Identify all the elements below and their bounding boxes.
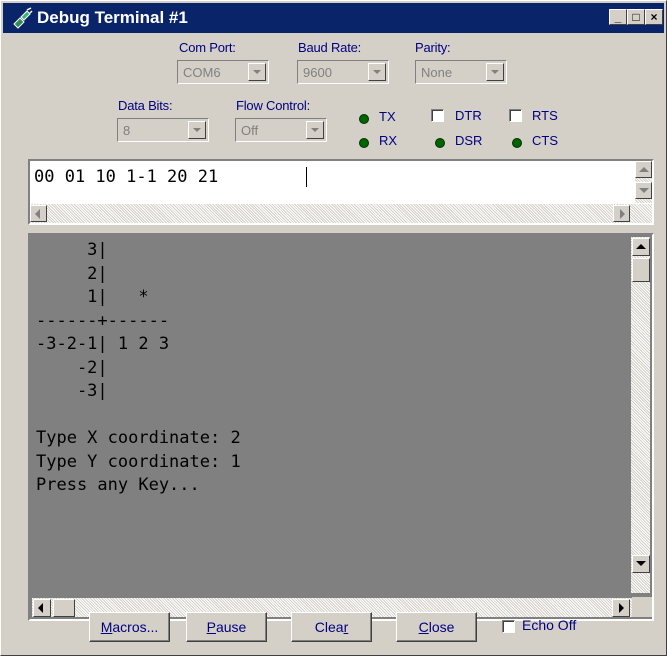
flow-control-value: Off: [241, 123, 259, 138]
rts-label: RTS: [532, 108, 558, 123]
parity-value: None: [421, 65, 453, 80]
terminal-line: Type Y coordinate: 1: [36, 451, 241, 472]
terminal-line: 1| *: [36, 287, 149, 307]
chevron-down-icon[interactable]: [368, 63, 386, 81]
input-horizontal-scrollbar[interactable]: [30, 204, 652, 223]
window-title: Debug Terminal #1: [37, 8, 188, 27]
dsr-label: DSR: [455, 133, 483, 148]
macros-button[interactable]: Macros...: [89, 612, 170, 642]
close-button[interactable]: Close: [396, 612, 477, 642]
terminal-line: ------+------: [36, 310, 170, 331]
chevron-down-icon[interactable]: [188, 121, 206, 139]
chevron-down-icon[interactable]: [486, 63, 504, 81]
title-bar[interactable]: Debug Terminal #1 _ □ ×: [3, 3, 664, 33]
scroll-down-icon[interactable]: [632, 555, 650, 573]
close-icon: ×: [650, 10, 658, 24]
clear-button[interactable]: Clear: [291, 612, 372, 642]
clear-label: Clea: [314, 619, 344, 635]
baud-rate-select[interactable]: 9600: [297, 60, 389, 84]
dtr-checkbox[interactable]: [431, 109, 444, 122]
baud-rate-value: 9600: [303, 65, 332, 80]
terminal-vertical-scrollbar[interactable]: [631, 237, 650, 593]
chevron-down-icon[interactable]: [306, 121, 324, 139]
terminal-line: Type X coordinate: 2: [36, 428, 241, 448]
com-port-label: Com Port:: [179, 40, 236, 55]
scroll-left-icon[interactable]: [33, 599, 51, 617]
flow-control-label: Flow Control:: [236, 98, 310, 113]
close-window-button[interactable]: ×: [645, 9, 663, 25]
flow-control-select[interactable]: Off: [235, 118, 327, 142]
scroll-down-icon[interactable]: [635, 182, 652, 199]
text-cursor: [306, 167, 307, 187]
pause-mnemonic: P: [206, 619, 216, 635]
scroll-right-icon[interactable]: [613, 205, 630, 222]
transmit-input[interactable]: 00 01 10 1-1 20 21: [28, 159, 654, 225]
scroll-up-icon[interactable]: [635, 161, 652, 178]
clear-mnemonic: r: [343, 619, 349, 635]
data-bits-select[interactable]: 8: [117, 118, 209, 142]
scrollbar-corner: [632, 597, 652, 617]
scroll-right-icon[interactable]: [612, 599, 630, 617]
scroll-left-icon[interactable]: [30, 205, 47, 222]
terminal-line: -3-2-1| 1 2 3: [36, 334, 170, 354]
com-port-value: COM6: [183, 65, 221, 80]
rts-checkbox[interactable]: [509, 109, 522, 122]
data-bits-value: 8: [123, 123, 131, 138]
app-icon: [13, 7, 33, 29]
minimize-button[interactable]: _: [609, 9, 627, 25]
debug-terminal-window: Debug Terminal #1 _ □ × Com Port: COM6 B…: [0, 0, 667, 656]
maximize-icon: □: [632, 10, 640, 24]
transmit-input-text: 00 01 10 1-1 20 21: [34, 167, 219, 187]
parity-select[interactable]: None: [415, 60, 507, 84]
echo-off-checkbox[interactable]: [502, 620, 515, 633]
terminal-output: 3| 2| 1| * ------+------ -3-2-1| 1 2 3 -2|…: [36, 239, 241, 498]
rx-led: [359, 138, 369, 148]
com-port-select[interactable]: COM6: [177, 60, 269, 84]
scroll-thumb[interactable]: [632, 258, 650, 282]
macros-label: acros...: [112, 619, 159, 635]
rx-label: RX: [379, 133, 398, 148]
chevron-down-icon[interactable]: [248, 63, 266, 81]
scroll-thumb[interactable]: [53, 599, 75, 617]
baud-rate-label: Baud Rate:: [298, 40, 362, 55]
parity-label: Parity:: [415, 40, 451, 55]
tx-label: TX: [379, 109, 396, 124]
maximize-button[interactable]: □: [627, 9, 645, 25]
close-label: lose: [428, 619, 455, 635]
dsr-led: [435, 138, 445, 148]
receive-terminal[interactable]: 3| 2| 1| * ------+------ -3-2-1| 1 2 3 -2|…: [28, 233, 654, 621]
dtr-label: DTR: [455, 108, 482, 123]
terminal-line: 3|: [36, 240, 108, 260]
terminal-line: Press any Key...: [36, 475, 200, 495]
terminal-line: -2|: [36, 357, 108, 378]
echo-off-label: Echo Off: [522, 617, 577, 633]
pause-button[interactable]: Pause: [186, 612, 267, 642]
close-mnemonic: C: [418, 619, 429, 635]
terminal-line: 2|: [36, 263, 108, 284]
cts-led: [512, 138, 522, 148]
minimize-icon: _: [614, 10, 622, 24]
data-bits-label: Data Bits:: [118, 98, 173, 113]
macros-mnemonic: M: [100, 619, 113, 635]
scroll-up-icon[interactable]: [632, 238, 650, 256]
terminal-line: -3|: [36, 381, 108, 401]
pause-label: ause: [215, 619, 247, 635]
cts-label: CTS: [532, 133, 558, 148]
tx-led: [359, 114, 369, 124]
